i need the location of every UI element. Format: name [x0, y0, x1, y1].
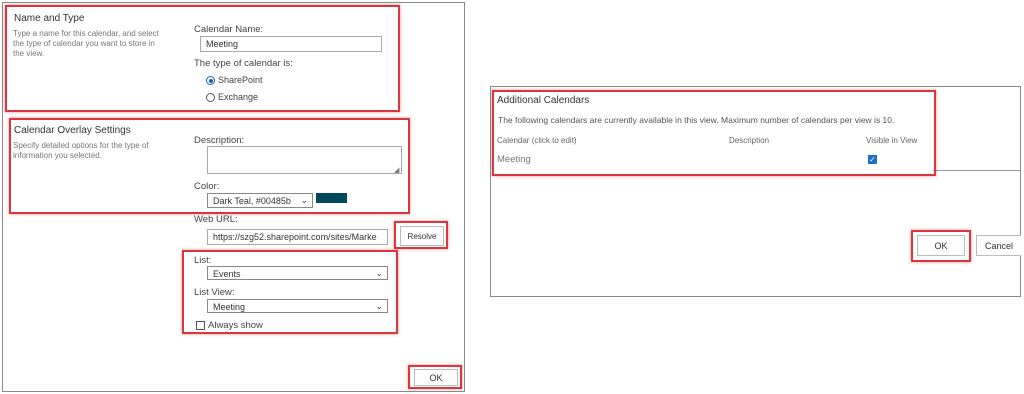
list-settings-highlight — [182, 250, 398, 334]
overlay-settings-highlight — [9, 118, 410, 214]
ok-button-highlight — [408, 365, 462, 389]
ok-button-right-highlight — [911, 230, 971, 262]
additional-calendars-highlight — [492, 90, 936, 176]
web-url-label: Web URL: — [194, 214, 238, 225]
panel-divider — [933, 170, 1021, 171]
resolve-highlight — [394, 221, 448, 249]
cancel-button[interactable]: Cancel — [976, 235, 1021, 256]
web-url-input[interactable]: https://szg52.sharepoint.com/sites/Marke — [207, 229, 388, 245]
name-and-type-highlight — [5, 5, 400, 112]
